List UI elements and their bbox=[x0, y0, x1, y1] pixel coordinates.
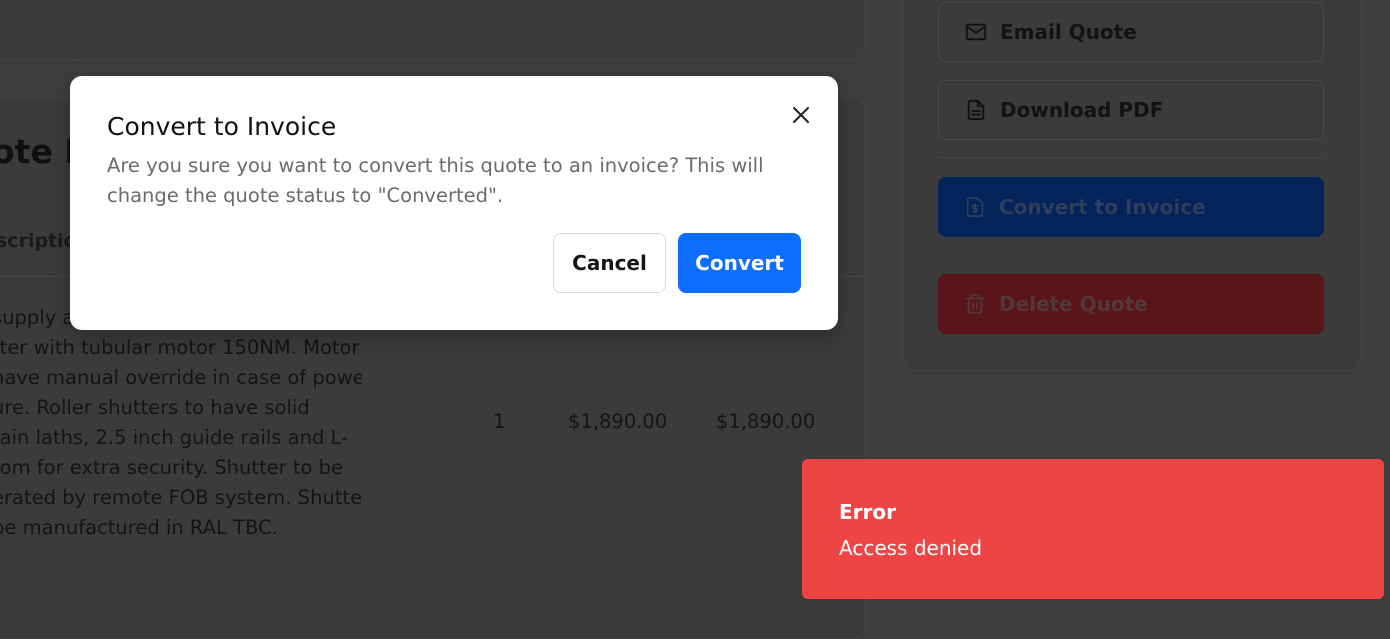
download-pdf-label: Download PDF bbox=[1000, 98, 1164, 122]
error-toast[interactable]: Error Access denied bbox=[802, 459, 1384, 599]
convert-button[interactable]: Convert bbox=[678, 233, 801, 293]
description-line: be manufactured in RAL TBC. bbox=[0, 516, 278, 539]
close-icon bbox=[793, 107, 809, 123]
convert-invoice-dialog: Convert to Invoice Are you sure you want… bbox=[70, 76, 838, 330]
sidebar-divider bbox=[938, 157, 1324, 158]
item-unit-price: $1,890.00 bbox=[568, 410, 668, 433]
invoice-icon bbox=[966, 196, 984, 218]
convert-to-invoice-button[interactable]: Convert to Invoice bbox=[938, 177, 1324, 237]
email-quote-label: Email Quote bbox=[1000, 20, 1137, 44]
convert-to-invoice-label: Convert to Invoice bbox=[999, 195, 1206, 219]
email-quote-button[interactable]: Email Quote bbox=[938, 2, 1324, 62]
description-line: tter with tubular motor 150NM. Motor bbox=[0, 336, 360, 359]
description-line: ure. Roller shutters to have solid bbox=[0, 396, 310, 419]
description-line: tain laths, 2.5 inch guide rails and L- bbox=[0, 426, 349, 449]
dialog-description: Are you sure you want to convert this qu… bbox=[107, 154, 764, 207]
cancel-button[interactable]: Cancel bbox=[553, 233, 666, 293]
mail-icon bbox=[965, 23, 987, 41]
toast-title: Error bbox=[839, 500, 896, 524]
download-pdf-button[interactable]: Download PDF bbox=[938, 80, 1324, 140]
close-button[interactable] bbox=[786, 100, 816, 130]
item-description: supply a tter with tubular motor 150NM. … bbox=[0, 303, 362, 543]
delete-quote-button[interactable]: Delete Quote bbox=[938, 274, 1324, 334]
description-line: tom for extra security. Shutter to be bbox=[0, 456, 344, 479]
file-icon bbox=[967, 99, 985, 121]
item-quantity: 1 bbox=[493, 410, 506, 433]
trash-icon bbox=[965, 293, 985, 315]
description-line: have manual override in case of power bbox=[0, 366, 362, 389]
item-total: $1,890.00 bbox=[716, 410, 816, 433]
description-line: erated by remote FOB system. Shutter bbox=[0, 486, 362, 509]
dialog-title: Convert to Invoice bbox=[107, 112, 337, 141]
toast-message: Access denied bbox=[839, 536, 983, 560]
quote-details-card bbox=[0, 0, 866, 60]
delete-quote-label: Delete Quote bbox=[999, 292, 1148, 316]
